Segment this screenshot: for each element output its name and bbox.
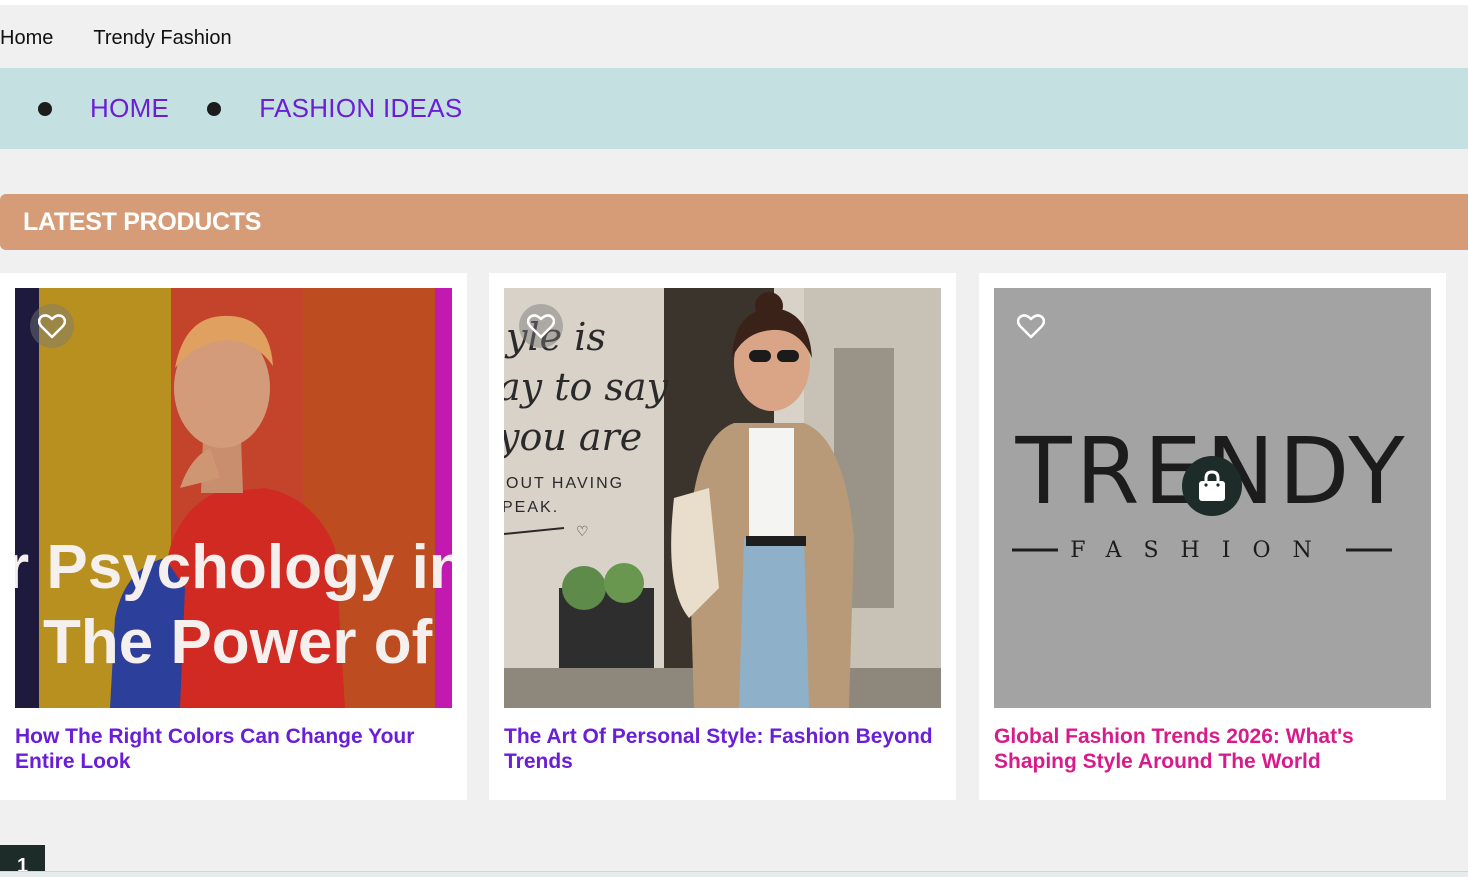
- product-image-art: r Psychology in Fa The Power of Hue: [15, 288, 452, 708]
- bullet-icon: [207, 101, 222, 116]
- section-title: LATEST PRODUCTS: [23, 207, 262, 236]
- product-title-link[interactable]: How The Right Colors Can Change Your Ent…: [15, 724, 452, 774]
- heart-outline-icon: [527, 314, 555, 339]
- heart-outline-icon: [1017, 314, 1045, 339]
- svg-text:♡: ♡: [576, 523, 589, 539]
- section-header: LATEST PRODUCTS: [0, 194, 1468, 250]
- nav-link-home[interactable]: HOME: [90, 93, 169, 124]
- product-image[interactable]: r Psychology in Fa The Power of Hue: [15, 288, 452, 708]
- image-caption-line1: r Psychology in Fa: [15, 533, 452, 602]
- image-caption-line5: PEAK.: [504, 499, 559, 516]
- breadcrumb-home[interactable]: Home: [0, 27, 53, 50]
- image-caption-line2: ay to say: [504, 365, 669, 409]
- product-image[interactable]: TRENDY FASHION: [994, 288, 1431, 708]
- shopping-bag-icon: [1199, 470, 1225, 501]
- wishlist-button[interactable]: [30, 304, 74, 348]
- wishlist-button[interactable]: [519, 304, 563, 348]
- product-card: TRENDY FASHION Global Fashion Trends 202…: [979, 273, 1446, 800]
- product-image-art: yle is ay to say you are OUT HAVING PEAK…: [504, 288, 941, 708]
- add-to-cart-button[interactable]: [1182, 456, 1242, 516]
- logo-sub-text: FASHION: [1070, 538, 1333, 563]
- product-image[interactable]: yle is ay to say you are OUT HAVING PEAK…: [504, 288, 941, 708]
- bottom-divider: [0, 871, 1468, 877]
- nav-link-fashion-ideas[interactable]: FASHION IDEAS: [259, 93, 462, 124]
- wishlist-button[interactable]: [1009, 304, 1053, 348]
- breadcrumb: Home Trendy Fashion: [0, 22, 232, 54]
- nav-item-home: HOME: [38, 93, 169, 124]
- top-strip: [0, 0, 1468, 5]
- product-card: yle is ay to say you are OUT HAVING PEAK…: [489, 273, 956, 800]
- image-caption-line2: The Power of Hue: [43, 608, 452, 677]
- heart-outline-icon: [38, 314, 66, 339]
- product-card: r Psychology in Fa The Power of Hue How …: [0, 273, 467, 800]
- product-title-link[interactable]: Global Fashion Trends 2026: What's Shapi…: [994, 724, 1431, 774]
- breadcrumb-current[interactable]: Trendy Fashion: [93, 27, 231, 50]
- image-caption-line3: you are: [504, 415, 642, 459]
- bullet-icon: [38, 101, 52, 116]
- nav-item-fashion-ideas: FASHION IDEAS: [207, 93, 462, 124]
- image-caption-line4: OUT HAVING: [506, 475, 624, 492]
- product-title-link[interactable]: The Art Of Personal Style: Fashion Beyon…: [504, 724, 941, 774]
- main-nav: HOME FASHION IDEAS: [0, 68, 1468, 149]
